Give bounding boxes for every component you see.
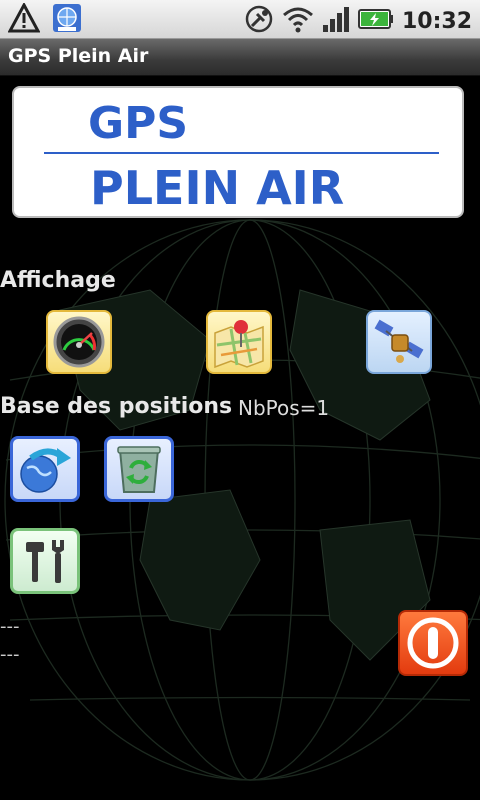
banner-line2: PLEIN AIR (90, 161, 344, 215)
clock: 10:32 (401, 8, 472, 34)
wifi-icon (282, 5, 314, 37)
speedometer-button[interactable] (46, 310, 112, 374)
base-positions-title: Base des positions (0, 394, 233, 419)
battery-charging-icon (357, 7, 394, 35)
alert-icon (7, 1, 41, 37)
banner-line1: GPS (88, 98, 188, 149)
affichage-title: Affichage (0, 268, 116, 293)
power-off-button[interactable] (398, 610, 468, 676)
recycle-bin-icon (117, 446, 161, 493)
tools-button[interactable] (10, 528, 80, 594)
map-button[interactable] (206, 310, 272, 374)
app-title: GPS Plein Air (8, 45, 149, 67)
speedometer-icon (53, 316, 105, 368)
satellite-icon (374, 319, 424, 363)
map-pin-icon (214, 320, 264, 369)
nbpos-count: NbPos=1 (238, 396, 330, 420)
readout-line-1: --- (0, 616, 20, 637)
app-title-bar: GPS Plein Air (0, 39, 480, 76)
app-logo-banner: GPS PLEIN AIR (12, 86, 464, 218)
export-button[interactable] (10, 436, 80, 502)
satellite-button[interactable] (366, 310, 432, 374)
globe-notification-icon (52, 3, 82, 37)
signal-icon (322, 5, 350, 37)
readout-line-2: --- (0, 644, 20, 665)
status-bar: 10:32 (0, 0, 480, 39)
tools-icon (26, 540, 64, 583)
export-globe-icon (20, 448, 71, 493)
gps-satellite-icon (244, 4, 274, 38)
recycle-bin-button[interactable] (104, 436, 174, 502)
power-icon (407, 617, 459, 669)
